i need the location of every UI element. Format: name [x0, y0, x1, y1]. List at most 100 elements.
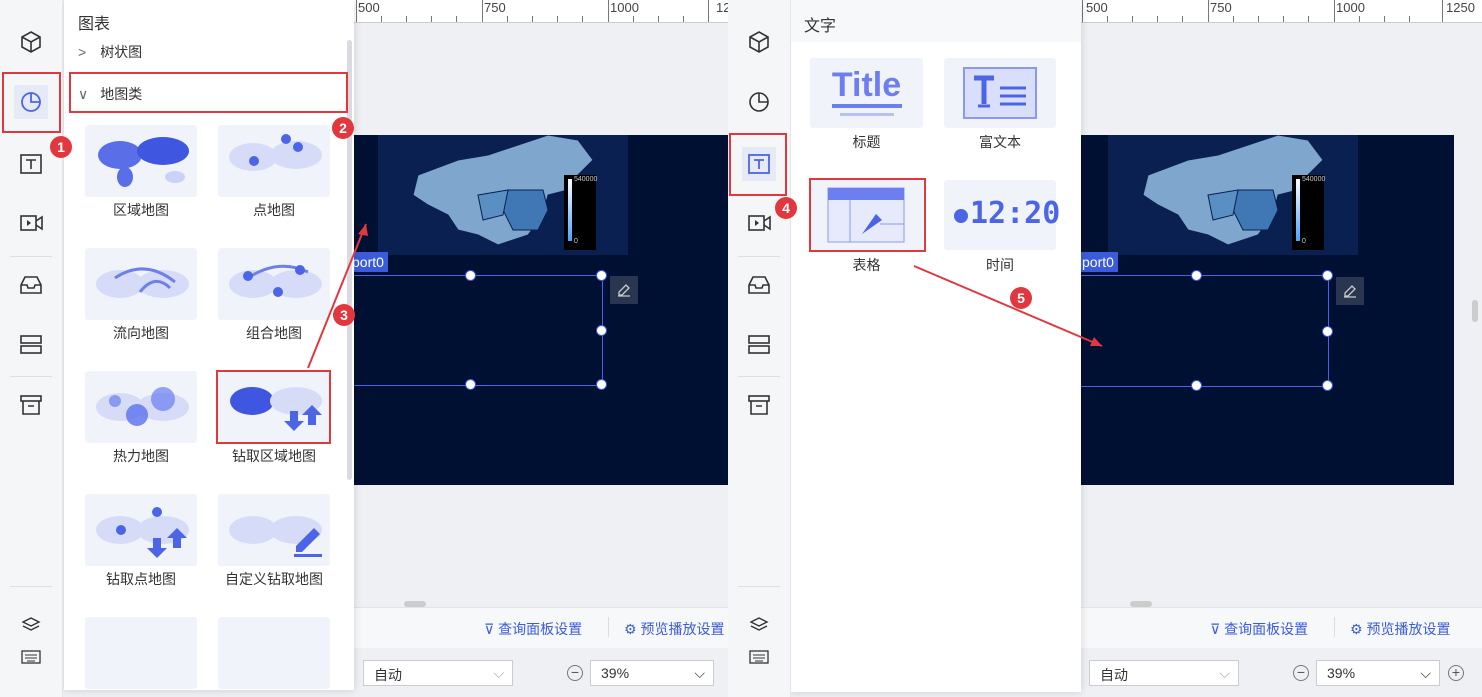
highlight-drill-region-map — [216, 370, 331, 444]
tree-item-tree-chart[interactable]: > 树状图 — [78, 42, 142, 62]
chevron-right-icon: > — [78, 44, 87, 60]
pencil-icon — [618, 284, 630, 297]
inbox-icon[interactable] — [742, 268, 776, 302]
text-item-rich-text[interactable] — [944, 58, 1056, 128]
map-label: 流向地图 — [113, 325, 169, 341]
rich-text-icon — [963, 67, 1037, 119]
flow-map-icon — [96, 267, 189, 298]
text-item-title[interactable]: Title — [810, 58, 923, 128]
item-label: 富文本 — [979, 134, 1021, 150]
map-label: 热力地图 — [113, 448, 169, 464]
server-icon[interactable] — [742, 328, 776, 362]
title-icon: Title — [831, 66, 902, 104]
map-thumb-custom-drill[interactable] — [218, 494, 330, 566]
step-badge-3: 3 — [333, 304, 355, 326]
map-thumb-partial[interactable] — [85, 617, 197, 689]
text-item-time[interactable]: 12:20 — [944, 180, 1060, 250]
map-label: 区域地图 — [113, 202, 169, 218]
zoom-in-icon[interactable]: + — [1448, 665, 1464, 681]
legend-min: 0 — [574, 238, 578, 245]
heat-map-icon — [96, 387, 189, 426]
layers-icon[interactable] — [14, 608, 48, 642]
archive-icon[interactable] — [14, 388, 48, 422]
step-badge-4: 4 — [775, 197, 797, 219]
map-thumb-partial[interactable] — [218, 617, 330, 689]
keyboard-icon[interactable] — [742, 640, 776, 674]
resize-handle[interactable] — [465, 270, 476, 281]
server-icon[interactable] — [14, 328, 48, 362]
chevron-down-icon: ⌵ — [1219, 665, 1230, 681]
ruler-right: 500 750 1000 1250 — [1078, 0, 1482, 23]
preview-settings-link[interactable]: ⚙ 预览播放设置 — [1350, 619, 1450, 639]
resize-handle[interactable] — [1322, 380, 1333, 391]
chevron-down-icon: ⌵ — [493, 665, 504, 681]
time-icon: 12:20 — [970, 196, 1061, 231]
keyboard-icon[interactable] — [14, 640, 48, 674]
legend-min: 0 — [1302, 238, 1306, 245]
region-map-icon — [98, 137, 189, 187]
h-scrollbar[interactable] — [404, 601, 426, 607]
cube-icon[interactable] — [742, 25, 776, 59]
query-panel-settings-link[interactable]: ⊽ 查询面板设置 — [484, 619, 582, 639]
resize-handle[interactable] — [1322, 270, 1333, 281]
arrow-step3 — [307, 223, 368, 369]
archive-icon[interactable] — [742, 388, 776, 422]
filter-icon: ⊽ — [484, 621, 499, 637]
map-thumb-drill-point[interactable] — [85, 494, 197, 566]
resize-handle[interactable] — [596, 325, 607, 336]
zoom-select[interactable]: 39% ⌵ — [590, 660, 714, 686]
ruler-left: 500 750 1000 12 — [348, 0, 728, 23]
video-icon[interactable] — [14, 206, 48, 240]
layers-icon[interactable] — [742, 608, 776, 642]
preview-settings-link[interactable]: ⚙ 预览播放设置 — [624, 619, 724, 639]
step-badge-5: 5 — [1010, 287, 1032, 309]
ruler-label: 12 — [716, 0, 728, 15]
map-label: 自定义钻取地图 — [225, 571, 323, 587]
map-thumb-point[interactable] — [218, 125, 330, 197]
map-thumb-heat[interactable] — [85, 371, 197, 443]
pie-chart-icon[interactable] — [742, 85, 776, 119]
report-canvas[interactable]: 540000 0 port0 — [1078, 134, 1454, 485]
item-label: 表格 — [852, 257, 881, 273]
cube-icon[interactable] — [14, 25, 48, 59]
resize-handle[interactable] — [596, 379, 607, 390]
v-scrollbar[interactable] — [1472, 300, 1478, 322]
zoom-out-icon[interactable]: − — [1293, 665, 1309, 681]
resize-handle[interactable] — [1191, 270, 1202, 281]
h-scrollbar[interactable] — [1130, 601, 1152, 607]
map-label: 钻取区域地图 — [232, 448, 316, 464]
selected-component[interactable] — [1078, 275, 1329, 387]
chevron-down-icon: ⌵ — [1420, 665, 1431, 681]
gear-icon: ⚙ — [1350, 621, 1367, 637]
auto-select[interactable]: 自动 ⌵ — [1089, 660, 1239, 686]
filter-icon: ⊽ — [1210, 621, 1225, 637]
text-icon[interactable] — [14, 147, 48, 181]
panel-title: 文字 — [804, 18, 837, 35]
auto-select[interactable]: 自动 ⌵ — [363, 660, 513, 686]
highlight-map-category — [69, 72, 348, 113]
ruler-label: 1000 — [1336, 0, 1365, 15]
video-icon[interactable] — [742, 206, 776, 240]
clock-icon — [954, 209, 968, 223]
step-badge-1: 1 — [50, 136, 72, 158]
edit-button[interactable] — [1336, 277, 1364, 305]
ruler-label: 500 — [358, 0, 380, 15]
arrow-step5 — [913, 265, 1103, 347]
resize-handle[interactable] — [1191, 380, 1202, 391]
legend-max: 540000 — [1302, 176, 1326, 183]
edit-button[interactable] — [610, 276, 638, 304]
map-thumb-flow[interactable] — [85, 248, 197, 320]
zoom-select[interactable]: 39% ⌵ — [1316, 660, 1440, 686]
selected-component[interactable] — [348, 275, 603, 386]
map-label: 钻取点地图 — [106, 571, 176, 587]
inbox-icon[interactable] — [14, 268, 48, 302]
map-legend: 540000 0 — [1292, 175, 1326, 250]
zoom-out-icon[interactable]: − — [567, 665, 583, 681]
map-thumb-region[interactable] — [85, 125, 197, 197]
report-canvas[interactable]: 540000 0 port0 — [348, 134, 728, 485]
query-panel-settings-link[interactable]: ⊽ 查询面板设置 — [1210, 619, 1308, 639]
resize-handle[interactable] — [596, 270, 607, 281]
highlight-text-icon — [729, 133, 787, 196]
resize-handle[interactable] — [465, 379, 476, 390]
resize-handle[interactable] — [1322, 326, 1333, 337]
